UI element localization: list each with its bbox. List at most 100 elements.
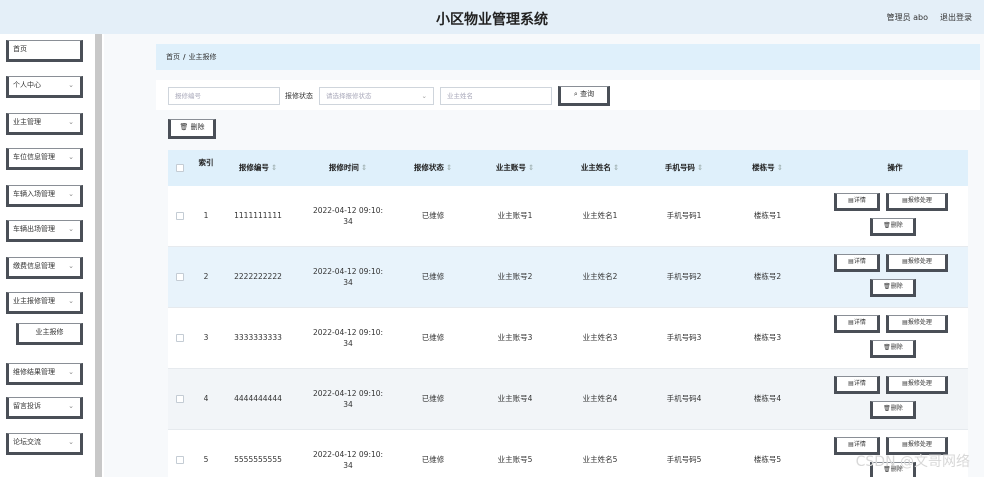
sidebar-item-label: 缴费信息管理 [13,262,55,270]
cell-building: 楼栋号2 [753,272,782,281]
chevron-down-icon: ⌄ [68,262,74,270]
chevron-down-icon: ⌄ [68,190,74,198]
sidebar-item[interactable]: 业主管理 ⌄ [6,113,83,135]
cell-phone: 手机号码4 [666,394,702,403]
cell-owner-account: 业主账号3 [497,333,533,342]
header-phone[interactable]: 手机号码 ⇕ [644,150,724,186]
cell-index: 3 [203,333,209,342]
cell-status: 已维修 [421,455,445,464]
cell-building: 楼栋号3 [753,333,782,342]
row-checkbox[interactable] [176,395,184,403]
detail-label: 详情 [853,441,866,448]
repair-no-input[interactable]: 报修编号 [168,87,280,105]
query-button[interactable]: ⌕ 查询 [558,86,610,106]
row-actions: ▤详情 ▤报修处理 🗑删除 [822,369,968,429]
cell-repair-time: 2022-04-12 09:10: 34 [298,186,398,246]
owner-name-input[interactable]: 业主姓名 [440,87,552,105]
repair-handle-label: 报修处理 [907,258,932,265]
row-checkbox[interactable] [176,212,184,220]
row-checkbox[interactable] [176,456,184,464]
detail-label: 详情 [853,380,866,387]
sidebar-item-label: 留言投诉 [13,402,41,410]
cell-building: 楼栋号4 [753,394,782,403]
table-row: 4 2022-04-12 09:10: 34 4444444444 已维修 业主账号4 业主… [168,369,968,430]
header-building[interactable]: 楼栋号 ⇕ [730,150,805,186]
sort-icon: ⇕ [270,163,278,172]
sidebar-item[interactable]: 留言投诉 ⌄ [6,397,83,419]
trash-icon: 🗑 [883,283,891,290]
repair-handle-button[interactable]: ▤报修处理 [886,254,948,272]
sidebar-item[interactable]: 业主报修管理 ⌄ [6,292,83,314]
header-status-label: 报修状态 [413,163,444,172]
time-seconds: 34 [343,461,353,470]
cell-repair-time: 2022-04-12 09:10: 34 [298,430,398,477]
row-checkbox[interactable] [176,273,184,281]
chevron-down-icon: ⌄ [68,368,74,376]
header-repair-time[interactable]: 报修时间 ⇕ [298,150,398,186]
delete-button[interactable]: 🗑删除 [870,401,916,419]
cell-repair-time: 2022-04-12 09:10: 34 [298,247,398,307]
search-icon: ⌕ [573,90,578,98]
sidebar-item[interactable]: 论坛交流 ⌄ [6,433,83,455]
header-owner-name[interactable]: 业主姓名 ⇕ [560,150,640,186]
detail-button[interactable]: ▤详情 [834,193,880,211]
breadcrumb: 首页 / 业主报修 [156,44,980,70]
sidebar-item[interactable]: 车位信息管理 ⌄ [6,148,83,170]
delete-button[interactable]: 🗑删除 [870,218,916,236]
cell-repair-no: 3333333333 [234,333,282,342]
delete-button[interactable]: 🗑删除 [870,279,916,297]
sidebar-item[interactable]: 首页 [6,40,83,62]
repair-handle-button[interactable]: ▤报修处理 [886,193,948,211]
chevron-down-icon: ⌄ [68,402,74,410]
header-owner-account[interactable]: 业主账号 ⇕ [475,150,555,186]
cell-owner-account: 业主账号2 [497,272,533,281]
sidebar-scrollbar[interactable] [95,34,102,477]
header-index: 索引 [198,158,214,167]
cell-repair-time: 2022-04-12 09:10: 34 [298,369,398,429]
header-repair-no[interactable]: 报修编号 ⇕ [223,150,293,186]
status-label: 报修状态 [285,92,313,100]
sidebar-item[interactable]: 车辆出场管理 ⌄ [6,220,83,242]
header-owner-account-label: 业主账号 [495,163,526,172]
sidebar-item[interactable]: 个人中心 ⌄ [6,76,83,98]
cell-building: 楼栋号5 [753,455,782,464]
time-date: 2022-04-12 09:10: [312,389,384,398]
breadcrumb-current: 业主报修 [188,53,217,61]
select-all-checkbox[interactable] [176,164,184,172]
time-date: 2022-04-12 09:10: [312,450,384,459]
sidebar-item[interactable]: 缴费信息管理 ⌄ [6,257,83,279]
cell-status: 已维修 [421,211,445,220]
top-bar: 小区物业管理系统 管理员 abo 退出登录 [0,0,984,34]
header-status[interactable]: 报修状态 ⇕ [398,150,468,186]
sidebar-item[interactable]: 维修结果管理 ⌄ [6,363,83,385]
detail-button[interactable]: ▤详情 [834,376,880,394]
batch-delete-button[interactable]: 🗑 删除 [168,119,216,139]
repair-handle-button[interactable]: ▤报修处理 [886,376,948,394]
detail-button[interactable]: ▤详情 [834,254,880,272]
sidebar-item[interactable]: 车辆入场管理 ⌄ [6,185,83,207]
cell-owner-account: 业主账号1 [497,211,533,220]
row-actions: ▤详情 ▤报修处理 🗑删除 [822,247,968,307]
cell-owner-name: 业主姓名5 [582,455,618,464]
sort-icon: ⇕ [696,163,704,172]
sort-icon: ⇕ [527,163,535,172]
sort-icon: ⇕ [612,163,620,172]
header-owner-name-label: 业主姓名 [580,163,611,172]
table-header: 索引 报修编号 ⇕ 报修时间 ⇕ 报修状态 ⇕ 业主账号 ⇕ 业主姓名 ⇕ 手机号码 ⇕ 楼… [168,150,968,186]
cell-owner-name: 业主姓名1 [582,211,618,220]
repair-handle-label: 报修处理 [907,441,932,448]
header-phone-label: 手机号码 [664,163,695,172]
row-checkbox[interactable] [176,334,184,342]
sort-icon: ⇕ [445,163,453,172]
cell-owner-account: 业主账号4 [497,394,533,403]
logout-link[interactable]: 退出登录 [940,12,972,23]
table-row: 3 2022-04-12 09:10: 34 3333333333 已维修 业主账号3 业主… [168,308,968,369]
repair-handle-button[interactable]: ▤报修处理 [886,315,948,333]
status-select[interactable]: 请选择报修状态 ⌄ [319,87,434,105]
breadcrumb-home[interactable]: 首页 [166,53,180,61]
delete-button[interactable]: 🗑删除 [870,340,916,358]
sidebar-item[interactable]: 业主报修 [16,323,83,345]
detail-button[interactable]: ▤详情 [834,315,880,333]
cell-index: 5 [203,455,209,464]
chevron-down-icon: ⌄ [68,153,74,161]
